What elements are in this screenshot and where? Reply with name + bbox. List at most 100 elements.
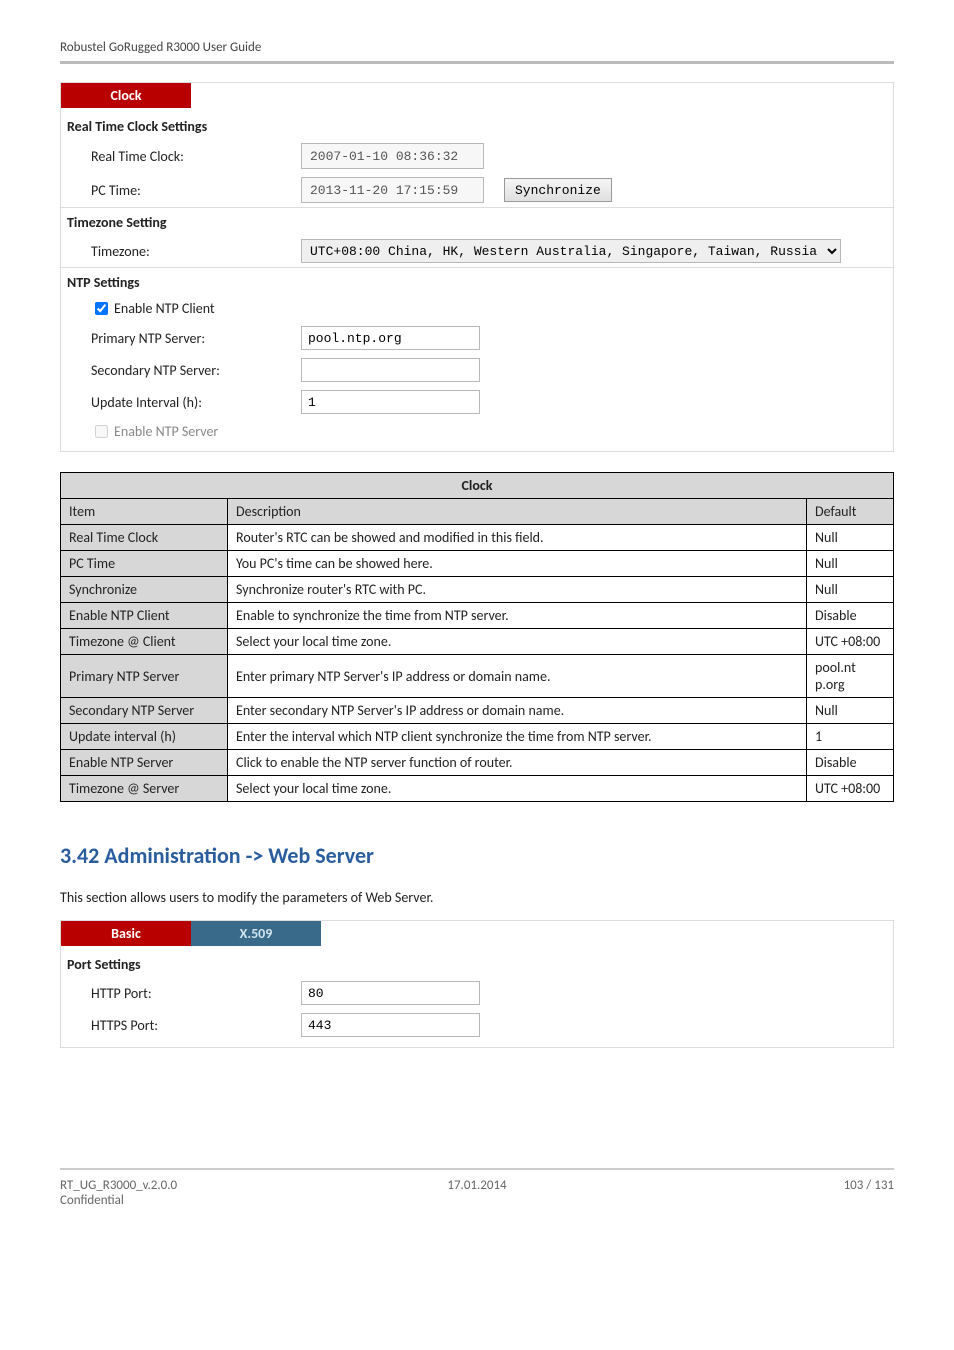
cell-def: Disable: [807, 750, 894, 776]
cell-desc: Click to enable the NTP server function …: [228, 750, 807, 776]
footer: RT_UG_R3000_v.2.0.0 17.01.2014 103 / 131…: [60, 1168, 894, 1208]
cell-item: Primary NTP Server: [61, 655, 228, 698]
rtc-section-title: Real Time Clock Settings: [61, 108, 893, 139]
timezone-select[interactable]: UTC+08:00 China, HK, Western Australia, …: [301, 239, 841, 263]
tab-clock[interactable]: Clock: [61, 83, 191, 108]
cell-desc: Enable to synchronize the time from NTP …: [228, 603, 807, 629]
cell-desc: Router's RTC can be showed and modified …: [228, 525, 807, 551]
table-row: PC TimeYou PC's time can be showed here.…: [61, 551, 894, 577]
webserver-panel: Basic X.509 Port Settings HTTP Port: HTT…: [60, 920, 894, 1048]
cell-def: Disable: [807, 603, 894, 629]
footer-row: RT_UG_R3000_v.2.0.0 17.01.2014 103 / 131: [60, 1174, 894, 1193]
https-port-row: HTTPS Port:: [61, 1009, 893, 1047]
table-row: Primary NTP ServerEnter primary NTP Serv…: [61, 655, 894, 698]
cell-def: 1: [807, 724, 894, 750]
enable-ntp-server-checkbox[interactable]: [95, 425, 108, 438]
footer-right: 103 / 131: [616, 1178, 894, 1193]
enable-ntp-client-row: Enable NTP Client: [61, 295, 893, 322]
table-row: Timezone @ ClientSelect your local time …: [61, 629, 894, 655]
synchronize-button[interactable]: Synchronize: [504, 178, 612, 202]
secondary-ntp-row: Secondary NTP Server:: [61, 354, 893, 386]
cell-def: Null: [807, 525, 894, 551]
clock-table-title: Clock: [61, 473, 894, 499]
table-head-row: Item Description Default: [61, 499, 894, 525]
primary-ntp-row: Primary NTP Server:: [61, 322, 893, 354]
https-port-label: HTTPS Port:: [91, 1017, 301, 1034]
footer-divider: [60, 1168, 894, 1170]
enable-ntp-client-label: Enable NTP Client: [114, 300, 215, 317]
table-row: Update interval (h)Enter the interval wh…: [61, 724, 894, 750]
footer-sub: Confidential: [60, 1193, 894, 1208]
update-interval-row: Update Interval (h):: [61, 386, 893, 418]
clock-table-body: Item Description Default Real Time Clock…: [61, 499, 894, 802]
cell-item: Real Time Clock: [61, 525, 228, 551]
pctime-label: PC Time:: [91, 182, 301, 199]
webserver-tabbar: Basic X.509: [61, 921, 893, 946]
pctime-row: PC Time: 2013-11-20 17:15:59 Synchronize: [61, 173, 893, 207]
table-row: Real Time ClockRouter's RTC can be showe…: [61, 525, 894, 551]
footer-center: 17.01.2014: [338, 1178, 616, 1193]
enable-ntp-client-checkbox[interactable]: [95, 302, 108, 315]
cell-def: pool.nt p.org: [807, 655, 894, 698]
cell-desc: Synchronize router's RTC with PC.: [228, 577, 807, 603]
th-desc: Description: [228, 499, 807, 525]
cell-def: Null: [807, 551, 894, 577]
tz-label: Timezone:: [91, 243, 301, 260]
footer-left: RT_UG_R3000_v.2.0.0: [60, 1178, 338, 1193]
tz-row: Timezone: UTC+08:00 China, HK, Western A…: [61, 235, 893, 267]
cell-desc: Select your local time zone.: [228, 776, 807, 802]
table-row: Enable NTP ClientEnable to synchronize t…: [61, 603, 894, 629]
ntp-section-title: NTP Settings: [61, 267, 893, 295]
section-heading: 3.42 Administration -> Web Server: [60, 842, 894, 869]
th-item: Item: [61, 499, 228, 525]
clock-desc-table: Clock Item Description Default Real Time…: [60, 472, 894, 802]
cell-desc: Enter primary NTP Server's IP address or…: [228, 655, 807, 698]
rtc-value: 2007-01-10 08:36:32: [301, 143, 484, 169]
primary-ntp-label: Primary NTP Server:: [91, 330, 301, 347]
table-row: Secondary NTP ServerEnter secondary NTP …: [61, 698, 894, 724]
page-header: Robustel GoRugged R3000 User Guide: [60, 40, 894, 61]
enable-ntp-server-row: Enable NTP Server: [61, 418, 893, 451]
table-row: Timezone @ ServerSelect your local time …: [61, 776, 894, 802]
secondary-ntp-label: Secondary NTP Server:: [91, 362, 301, 379]
primary-ntp-input[interactable]: [301, 326, 480, 350]
cell-def: Null: [807, 698, 894, 724]
table-row: Enable NTP ServerClick to enable the NTP…: [61, 750, 894, 776]
http-port-label: HTTP Port:: [91, 985, 301, 1002]
clock-panel: Clock Real Time Clock Settings Real Time…: [60, 82, 894, 452]
th-default: Default: [807, 499, 894, 525]
pctime-value: 2013-11-20 17:15:59: [301, 177, 484, 203]
cell-def: UTC +08:00: [807, 629, 894, 655]
section-intro: This section allows users to modify the …: [60, 889, 894, 906]
cell-item: Update interval (h): [61, 724, 228, 750]
update-interval-label: Update Interval (h):: [91, 394, 301, 411]
cell-def: Null: [807, 577, 894, 603]
cell-desc: You PC's time can be showed here.: [228, 551, 807, 577]
header-divider: [60, 61, 894, 64]
cell-item: Synchronize: [61, 577, 228, 603]
cell-def: UTC +08:00: [807, 776, 894, 802]
table-row: SynchronizeSynchronize router's RTC with…: [61, 577, 894, 603]
update-interval-input[interactable]: [301, 390, 480, 414]
cell-item: PC Time: [61, 551, 228, 577]
rtc-label: Real Time Clock:: [91, 148, 301, 165]
cell-desc: Select your local time zone.: [228, 629, 807, 655]
port-settings-title: Port Settings: [61, 946, 893, 977]
https-port-input[interactable]: [301, 1013, 480, 1037]
rtc-row: Real Time Clock: 2007-01-10 08:36:32: [61, 139, 893, 173]
clock-tabbar: Clock: [61, 83, 893, 108]
http-port-input[interactable]: [301, 981, 480, 1005]
tab-x509[interactable]: X.509: [191, 921, 321, 946]
tab-basic[interactable]: Basic: [61, 921, 191, 946]
cell-item: Timezone @ Client: [61, 629, 228, 655]
cell-item: Timezone @ Server: [61, 776, 228, 802]
cell-desc: Enter the interval which NTP client sync…: [228, 724, 807, 750]
cell-item: Enable NTP Server: [61, 750, 228, 776]
http-port-row: HTTP Port:: [61, 977, 893, 1009]
tz-section-title: Timezone Setting: [61, 207, 893, 235]
cell-item: Secondary NTP Server: [61, 698, 228, 724]
cell-desc: Enter secondary NTP Server's IP address …: [228, 698, 807, 724]
enable-ntp-server-label: Enable NTP Server: [114, 423, 218, 440]
secondary-ntp-input[interactable]: [301, 358, 480, 382]
cell-item: Enable NTP Client: [61, 603, 228, 629]
